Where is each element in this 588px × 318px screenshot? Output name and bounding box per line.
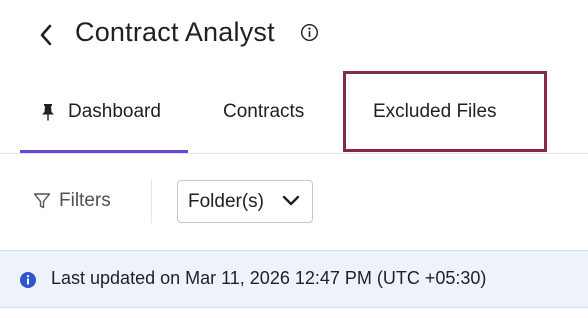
info-circle-icon[interactable] [300, 23, 319, 42]
tabs-divider [0, 153, 588, 154]
contract-analyst-page: Contract Analyst Dashboard Contracts Exc… [0, 0, 588, 318]
filters-label: Filters [59, 190, 111, 211]
info-filled-icon [20, 272, 36, 288]
tab-bar: Dashboard Contracts Excluded Files [0, 70, 588, 154]
folder-select-value: Folder(s) [188, 190, 265, 212]
filters-button[interactable]: Filters [33, 186, 111, 216]
tab-excluded-files[interactable]: Excluded Files [373, 70, 497, 154]
tab-dashboard-label: Dashboard [68, 101, 161, 122]
filter-funnel-icon [33, 193, 51, 209]
folder-select[interactable]: Folder(s) [177, 180, 313, 223]
chevron-down-icon [282, 195, 300, 206]
tab-contracts[interactable]: Contracts [223, 70, 304, 154]
last-updated-text: Last updated on Mar 11, 2026 12:47 PM (U… [51, 268, 487, 288]
chevron-left-icon [40, 24, 52, 46]
page-header: Contract Analyst [0, 0, 588, 70]
last-updated-banner: Last updated on Mar 11, 2026 12:47 PM (U… [0, 250, 588, 308]
back-button[interactable] [34, 22, 58, 48]
pin-icon [42, 104, 54, 121]
toolbar-divider [151, 179, 152, 223]
page-title: Contract Analyst [75, 17, 275, 47]
tab-dashboard[interactable]: Dashboard [20, 70, 188, 154]
tab-excluded-files-label: Excluded Files [373, 101, 497, 122]
tab-contracts-label: Contracts [223, 101, 305, 122]
